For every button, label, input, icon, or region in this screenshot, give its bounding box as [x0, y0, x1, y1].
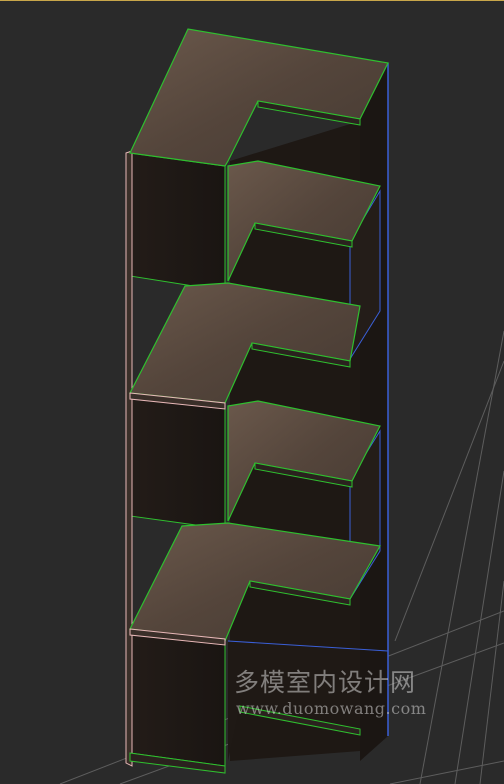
watermark-url: www.duomowang.com — [236, 699, 427, 718]
watermark-site-name: 多模室内设计网 — [234, 668, 417, 697]
left-side-edge — [125, 150, 133, 767]
left-panel-1 — [129, 152, 226, 292]
back-panel — [360, 63, 389, 761]
3d-viewport[interactable]: 多模室内设计网 www.duomowang.com — [0, 0, 504, 784]
left-panel-3 — [129, 628, 226, 767]
left-panel-2 — [129, 392, 226, 530]
